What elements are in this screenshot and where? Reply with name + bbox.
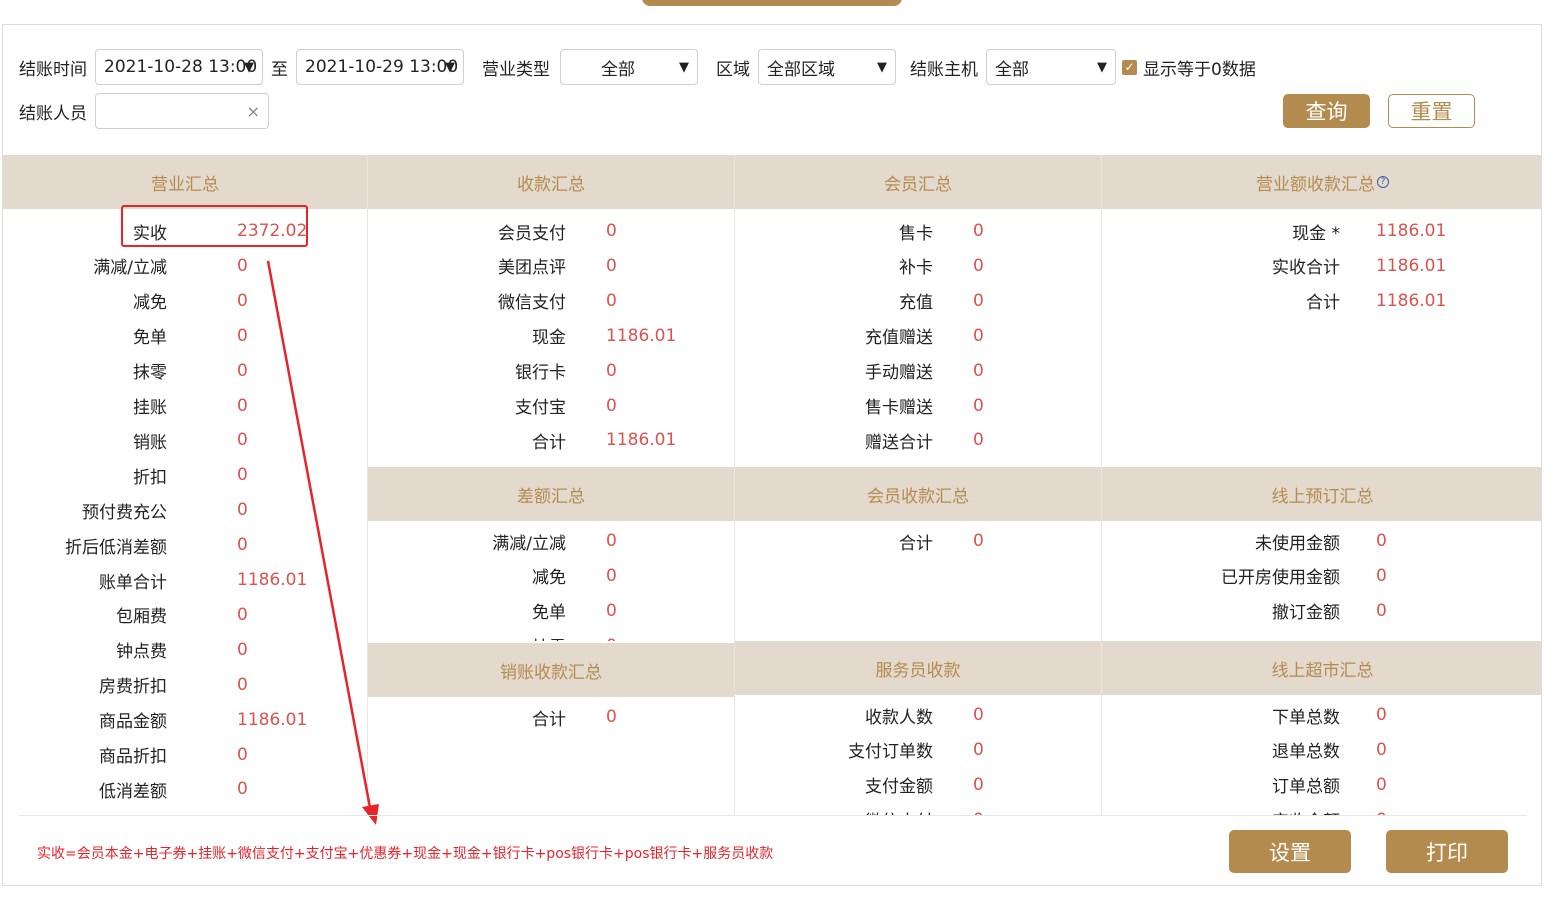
footer-divider xyxy=(19,815,1527,816)
settings-button[interactable]: 设置 xyxy=(1229,830,1351,873)
top-tab-indicator xyxy=(642,0,902,6)
print-button[interactable]: 打印 xyxy=(1386,830,1508,873)
formula-note: 实收=会员本金+电子券+挂账+微信支付+支付宝+优惠券+现金+现金+银行卡+po… xyxy=(37,846,774,862)
report-panel: 结账时间 2021-10-28 13:00 ▼ 至 2021-10-29 13:0… xyxy=(2,24,1542,886)
annotation-arrow xyxy=(266,260,379,825)
